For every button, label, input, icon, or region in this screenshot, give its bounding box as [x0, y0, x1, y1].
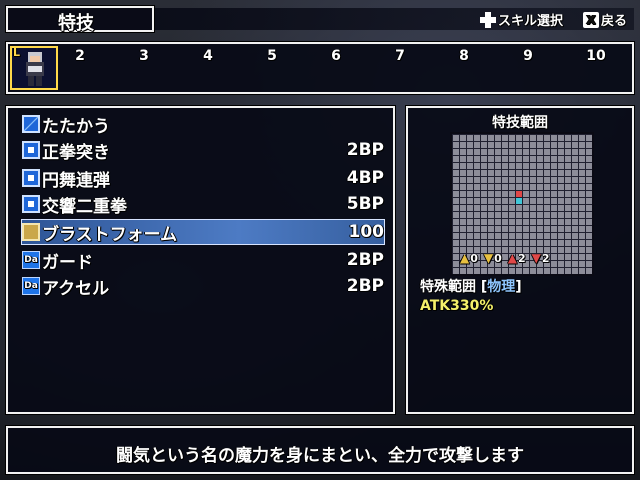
title-box: 特技 — [6, 6, 154, 34]
skill-cost: 2BP — [346, 276, 384, 296]
skill-name: アクセル — [42, 278, 110, 299]
arrow-down-icon: ▼ — [483, 251, 494, 265]
range-label: 特殊範囲 — [420, 279, 476, 295]
party-slot-5[interactable]: 5 — [260, 48, 284, 64]
skill-select-hint[interactable]: スキル選択 — [480, 10, 563, 29]
arrow-up-icon: ▲ — [507, 251, 518, 265]
arrow-down-icon: ▼ — [531, 251, 541, 265]
page-title: 特技 — [58, 13, 94, 34]
skill-cost: 4BP — [346, 168, 384, 188]
da-icon: Da — [22, 251, 40, 269]
skill-cost: 2BP — [346, 140, 384, 160]
skill-cost: 2BP — [346, 250, 384, 270]
skill-description: 闘気という名の魔力を身にまとい、全力で攻撃します — [116, 446, 524, 466]
skill-name: 交響二重拳 — [42, 196, 127, 217]
skill-list: たたかう 正拳突き 2BP 円舞連弾 4BP 交響二重拳 5BP ブラストフォー… — [6, 106, 395, 414]
blue-square-icon — [22, 195, 40, 213]
da-icon: Da — [22, 277, 40, 295]
skill-select-label: スキル選択 — [498, 14, 564, 29]
party-slot-6[interactable]: 6 — [324, 48, 348, 64]
character-portrait-icon — [26, 52, 44, 86]
target-cell — [516, 191, 522, 197]
skill-name: 正拳突き — [42, 142, 110, 163]
skill-row-attack[interactable]: たたかう — [22, 112, 384, 137]
gold-skill-icon — [22, 223, 40, 241]
party-slot-10[interactable]: 10 — [584, 48, 608, 64]
x-button-icon: X — [583, 11, 599, 28]
skill-name: ブラストフォーム — [42, 224, 178, 245]
party-slot-8[interactable]: 8 — [452, 48, 476, 64]
range-arrow-up-2: ▲ 2 — [507, 251, 526, 265]
party-slot-7[interactable]: 7 — [388, 48, 412, 64]
description-box: 闘気という名の魔力を身にまとい、全力で攻撃します — [6, 426, 634, 474]
skill-row-accel[interactable]: Da アクセル 2BP — [22, 274, 384, 299]
skill-row-enbu[interactable]: 円舞連弾 4BP — [22, 166, 384, 191]
arrow-up-icon: ▲ — [460, 251, 470, 265]
range-type: 特殊範囲 [物理] — [420, 279, 522, 295]
party-slot-4[interactable]: 4 — [196, 48, 220, 64]
skill-row-seiken[interactable]: 正拳突き 2BP — [22, 138, 384, 163]
atk-value: ATK330% — [420, 298, 494, 314]
range-arrow-down-1: ▼ 0 — [483, 251, 502, 265]
back-label: 戻る — [601, 14, 628, 29]
party-slot-9[interactable]: 9 — [516, 48, 540, 64]
blue-square-icon — [22, 169, 40, 187]
skill-name: たたかう — [42, 116, 110, 137]
skill-cost: 5BP — [346, 194, 384, 214]
skill-row-blastform[interactable]: ブラストフォーム 100 — [21, 219, 385, 245]
range-arrows: ▲ 0 ▼ 0 ▲ 2 ▼ 2 — [460, 251, 550, 265]
party-slot-3[interactable]: 3 — [132, 48, 156, 64]
range-arrow-down-2: ▼ 2 — [531, 251, 550, 265]
dpad-icon — [480, 11, 496, 28]
back-hint[interactable]: X 戻る — [583, 10, 627, 29]
party-slot-2[interactable]: 2 — [68, 48, 92, 64]
skill-row-kokyo[interactable]: 交響二重拳 5BP — [22, 192, 384, 217]
damage-type: 物理 — [487, 279, 516, 295]
skill-name: ガード — [42, 252, 93, 273]
skill-name: 円舞連弾 — [42, 170, 110, 191]
blue-square-icon — [22, 141, 40, 159]
self-cell — [516, 198, 522, 204]
skill-cost: 100 — [348, 222, 385, 242]
range-arrow-up-1: ▲ 0 — [460, 251, 478, 265]
party-bar: L 2 3 4 5 6 7 8 9 10 — [6, 42, 634, 94]
range-panel: 特技範囲 ▲ 0 ▼ 0 ▲ 2 ▼ 2 特殊範囲 [物理] ATK330% — [406, 106, 634, 414]
party-slot-1[interactable]: L — [10, 46, 58, 90]
skill-row-guard[interactable]: Da ガード 2BP — [22, 248, 384, 273]
range-title: 特技範囲 — [492, 115, 548, 131]
slash-icon — [22, 115, 40, 133]
